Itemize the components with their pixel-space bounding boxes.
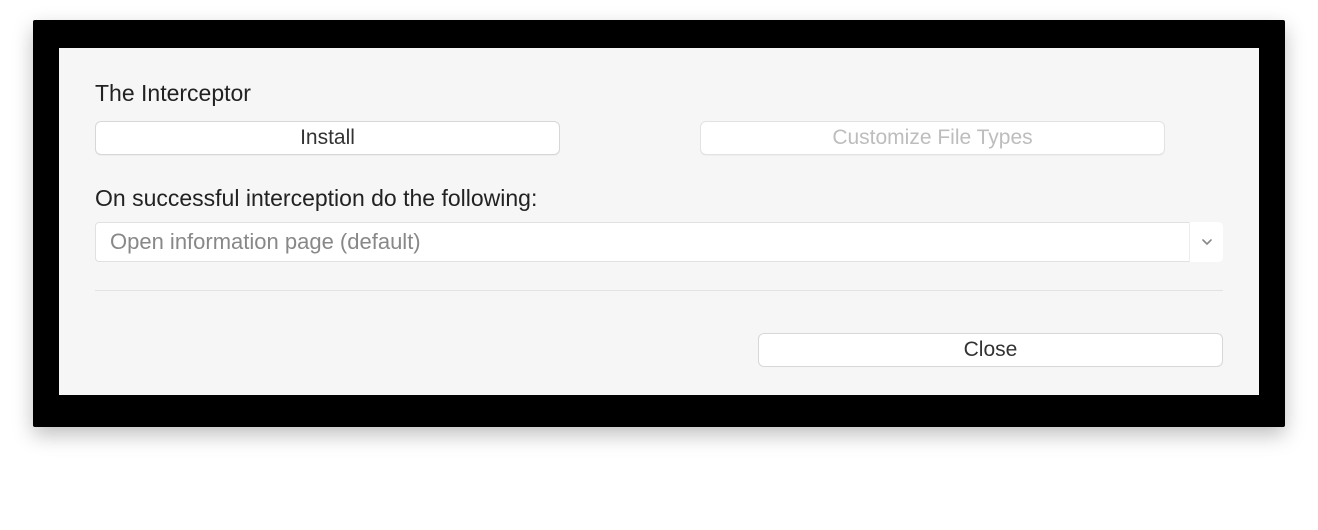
select-value: Open information page (default) <box>110 229 421 255</box>
action-button-row: Install Customize File Types <box>95 121 1223 155</box>
install-button[interactable]: Install <box>95 121 560 155</box>
interception-action-selected[interactable]: Open information page (default) <box>95 222 1223 262</box>
divider <box>95 290 1223 291</box>
install-button-label: Install <box>300 126 355 150</box>
close-button-label: Close <box>964 338 1018 362</box>
customize-file-types-label: Customize File Types <box>832 126 1032 150</box>
interceptor-dialog: The Interceptor Install Customize File T… <box>59 48 1259 395</box>
section-title: The Interceptor <box>95 80 1223 107</box>
footer-row: Close <box>95 333 1223 367</box>
instruction-label: On successful interception do the follow… <box>95 185 1223 212</box>
close-button[interactable]: Close <box>758 333 1223 367</box>
window-frame: The Interceptor Install Customize File T… <box>33 20 1285 427</box>
customize-file-types-button: Customize File Types <box>700 121 1165 155</box>
interception-action-select[interactable]: Open information page (default) <box>95 222 1223 262</box>
